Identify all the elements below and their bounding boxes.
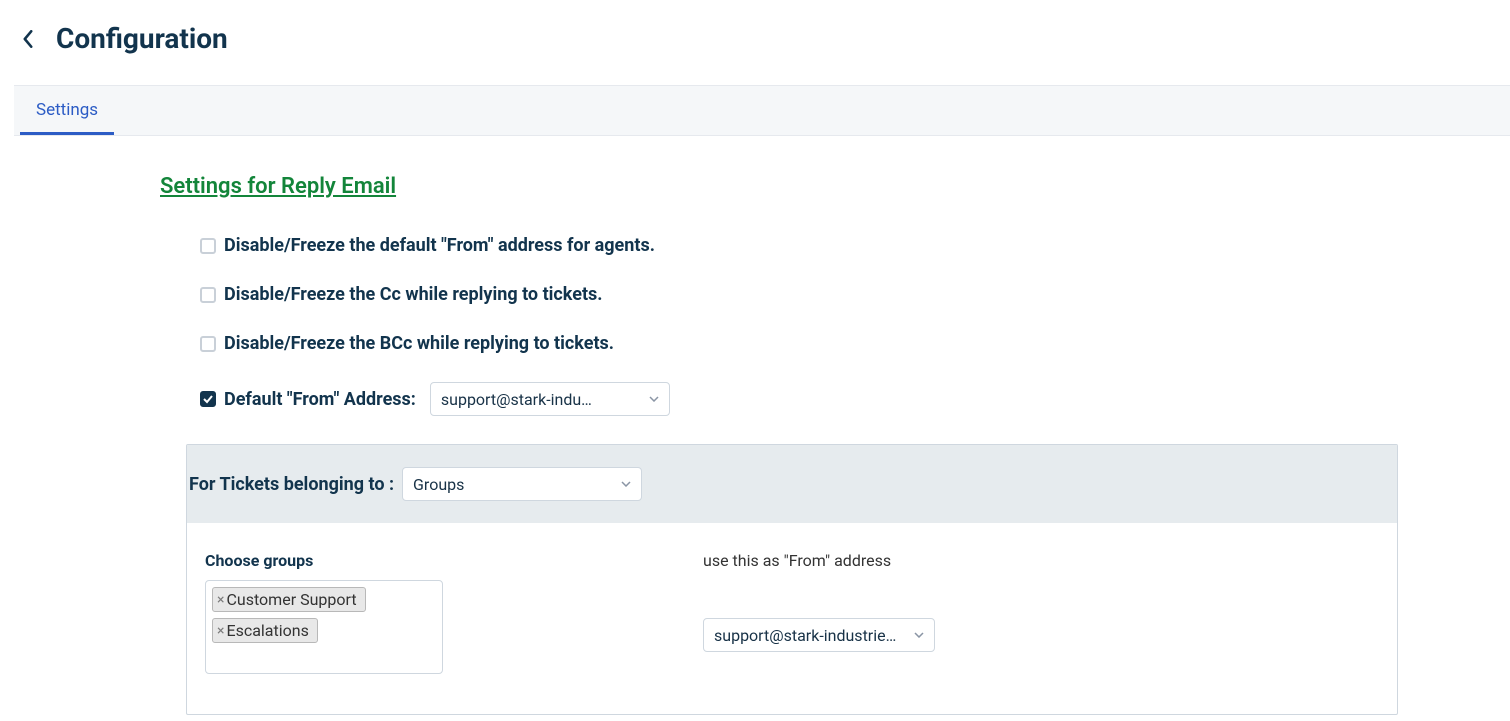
select-use-from-address[interactable]: support@stark-industries… bbox=[703, 618, 935, 652]
group-tag-label: Customer Support bbox=[226, 590, 356, 609]
choose-groups-label: Choose groups bbox=[205, 551, 443, 570]
checkbox-default-from[interactable] bbox=[200, 391, 216, 407]
section-title: Settings for Reply Email bbox=[160, 174, 1470, 199]
tab-settings[interactable]: Settings bbox=[20, 86, 114, 135]
select-use-from-value: support@stark-industries… bbox=[714, 626, 904, 645]
label-disable-from: Disable/Freeze the default "From" addres… bbox=[224, 235, 655, 256]
select-default-from-address[interactable]: support@stark-indu… bbox=[430, 382, 670, 416]
group-tag[interactable]: ×Escalations bbox=[212, 618, 318, 643]
checkbox-disable-from[interactable] bbox=[200, 238, 216, 254]
checkbox-disable-bcc[interactable] bbox=[200, 336, 216, 352]
label-default-from: Default "From" Address: bbox=[224, 389, 416, 410]
select-tickets-belonging-to[interactable]: Groups bbox=[402, 467, 642, 501]
remove-tag-icon[interactable]: × bbox=[217, 593, 224, 607]
select-belonging-value: Groups bbox=[413, 475, 464, 494]
tabbar: Settings bbox=[14, 85, 1510, 136]
chevron-down-icon bbox=[621, 481, 631, 487]
page-title: Configuration bbox=[56, 22, 228, 55]
chevron-down-icon bbox=[914, 632, 924, 638]
use-from-label: use this as "From" address bbox=[703, 551, 935, 570]
label-disable-bcc: Disable/Freeze the BCc while replying to… bbox=[224, 333, 614, 354]
label-disable-cc: Disable/Freeze the Cc while replying to … bbox=[224, 284, 603, 305]
select-default-from-value: support@stark-indu… bbox=[441, 390, 592, 409]
back-icon[interactable] bbox=[22, 30, 34, 48]
rules-panel: For Tickets belonging to : Groups Choose… bbox=[186, 444, 1398, 715]
group-tag-label: Escalations bbox=[226, 621, 308, 640]
checkbox-disable-cc[interactable] bbox=[200, 287, 216, 303]
remove-tag-icon[interactable]: × bbox=[217, 624, 224, 638]
group-tag[interactable]: ×Customer Support bbox=[212, 587, 366, 612]
groups-input[interactable]: ×Customer Support×Escalations bbox=[205, 580, 443, 674]
chevron-down-icon bbox=[649, 396, 659, 402]
rules-belonging-label: For Tickets belonging to : bbox=[187, 474, 394, 495]
